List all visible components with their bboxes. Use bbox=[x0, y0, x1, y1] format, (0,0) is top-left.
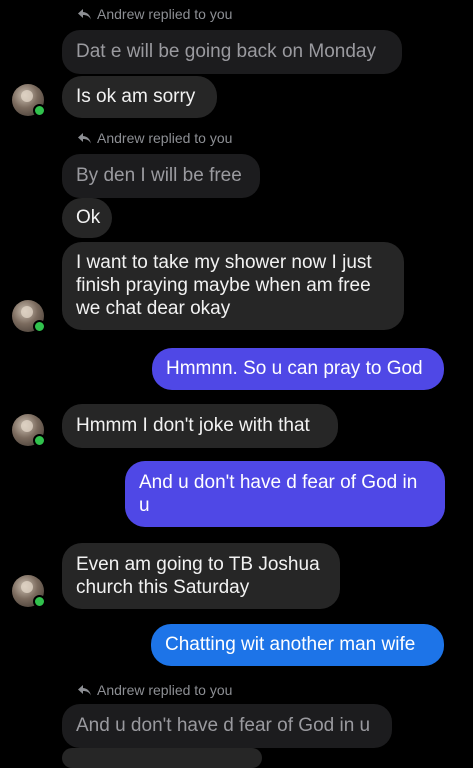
message-line: finish praying maybe when am free bbox=[76, 275, 371, 296]
message-text: Hmmnn. So u can pray to God bbox=[166, 358, 423, 379]
quoted-message-text: And u don't have d fear of God in u bbox=[76, 715, 371, 736]
reply-label: Andrew replied to you bbox=[78, 130, 232, 146]
online-status-icon bbox=[33, 434, 46, 447]
message-line: And u don't have d fear of God in bbox=[139, 472, 418, 493]
message-line: u bbox=[139, 495, 150, 516]
online-status-icon bbox=[33, 104, 46, 117]
reply-arrow-icon bbox=[78, 684, 91, 696]
message-line: church this Saturday bbox=[76, 577, 250, 598]
online-status-icon bbox=[33, 320, 46, 333]
reply-label-text: Andrew replied to you bbox=[97, 130, 233, 146]
incoming-message[interactable]: Hmmm I don't joke with that bbox=[62, 404, 338, 448]
avatar[interactable] bbox=[12, 414, 46, 447]
incoming-message-partial[interactable] bbox=[62, 748, 262, 768]
avatar[interactable] bbox=[12, 300, 46, 333]
quoted-message[interactable]: By den I will be free bbox=[62, 154, 260, 198]
reply-label-text: Andrew replied to you bbox=[97, 682, 233, 698]
message-text: Hmmm I don't joke with that bbox=[76, 415, 310, 436]
reply-label-text: Andrew replied to you bbox=[97, 6, 233, 22]
incoming-message[interactable]: Is ok am sorry bbox=[62, 76, 217, 118]
reply-arrow-icon bbox=[78, 8, 91, 20]
outgoing-message[interactable]: Chatting wit another man wife bbox=[151, 624, 444, 666]
quoted-message[interactable]: And u don't have d fear of God in u bbox=[62, 704, 392, 748]
incoming-message[interactable]: Even am going to TB Joshua church this S… bbox=[62, 543, 340, 609]
online-status-icon bbox=[33, 595, 46, 608]
avatar[interactable] bbox=[12, 84, 46, 117]
message-text: Is ok am sorry bbox=[76, 86, 196, 107]
message-line: we chat dear okay bbox=[76, 298, 231, 319]
message-line: I want to take my shower now I just bbox=[76, 252, 372, 273]
quoted-message-text: Dat e will be going back on Monday bbox=[76, 41, 376, 62]
reply-label: Andrew replied to you bbox=[78, 6, 232, 22]
outgoing-message[interactable]: And u don't have d fear of God in u bbox=[125, 461, 445, 527]
message-thread: Andrew replied to you Dat e will be goin… bbox=[0, 0, 473, 768]
quoted-message[interactable]: Dat e will be going back on Monday bbox=[62, 30, 402, 74]
message-text: Ok bbox=[76, 207, 101, 228]
avatar[interactable] bbox=[12, 575, 46, 608]
incoming-message[interactable]: Ok bbox=[62, 198, 112, 238]
message-text: Chatting wit another man wife bbox=[165, 634, 416, 655]
reply-label: Andrew replied to you bbox=[78, 682, 232, 698]
quoted-message-text: By den I will be free bbox=[76, 165, 242, 186]
message-line: Even am going to TB Joshua bbox=[76, 554, 320, 575]
outgoing-message[interactable]: Hmmnn. So u can pray to God bbox=[152, 348, 444, 390]
reply-arrow-icon bbox=[78, 132, 91, 144]
incoming-message[interactable]: I want to take my shower now I just fini… bbox=[62, 242, 404, 330]
